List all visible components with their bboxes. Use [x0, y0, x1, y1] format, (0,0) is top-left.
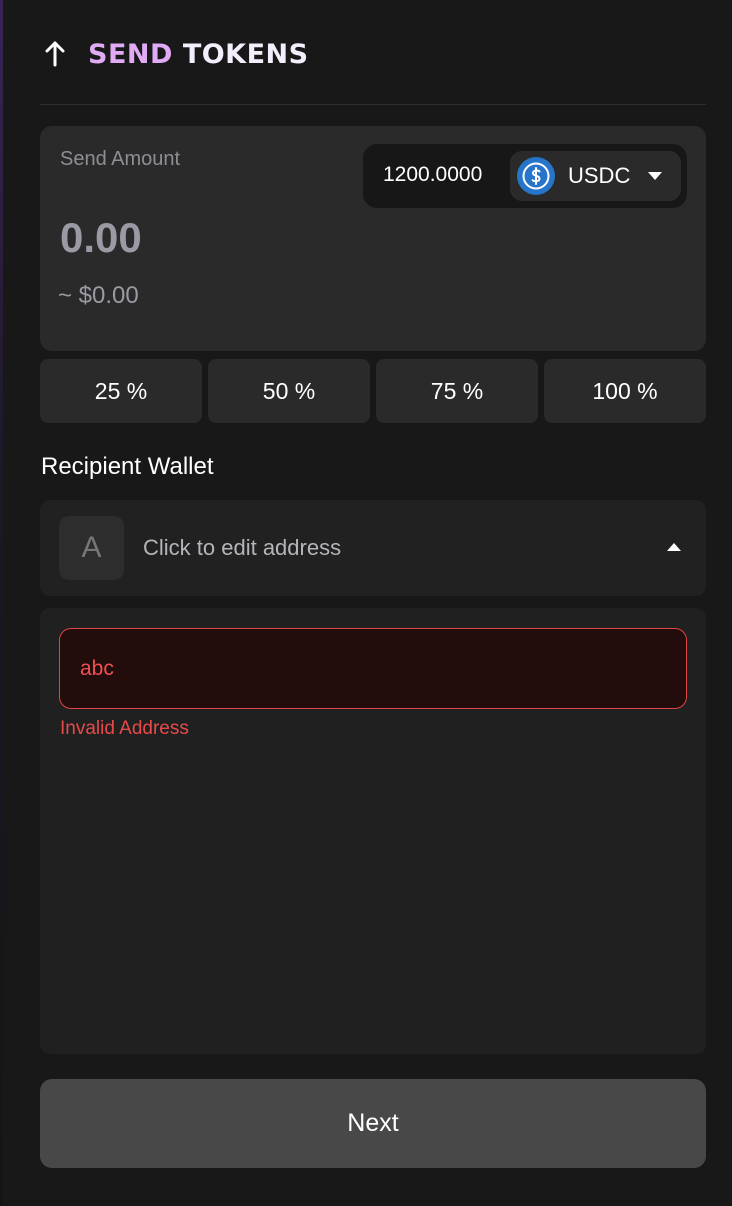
- send-amount-input[interactable]: 0.00: [60, 214, 142, 262]
- percent-100-button[interactable]: 100 %: [544, 359, 706, 423]
- edit-address-prompt: Click to edit address: [143, 535, 342, 560]
- avatar: A: [59, 516, 124, 580]
- address-input-card: Invalid Address: [40, 608, 706, 1054]
- token-balance: 1200.0000: [383, 163, 483, 186]
- token-balance-box: 1200.0000 USDC: [363, 144, 687, 208]
- percent-buttons: 25 % 50 % 75 % 100 %: [40, 359, 706, 423]
- arrow-up-icon: [45, 41, 65, 67]
- usdc-icon: [517, 157, 555, 195]
- recipient-wallet-label: Recipient Wallet: [41, 453, 214, 480]
- panel-header: SEND TOKENS: [44, 34, 309, 74]
- page-title-tokens: TOKENS: [182, 38, 309, 70]
- header-divider: [40, 104, 706, 105]
- page-title-send: SEND: [88, 38, 173, 70]
- send-amount-card: Send Amount 0.00 ~ $0.00 1200.0000 USDC: [40, 126, 706, 351]
- token-selector[interactable]: USDC: [510, 151, 681, 201]
- percent-75-button[interactable]: 75 %: [376, 359, 538, 423]
- send-amount-usd: ~ $0.00: [58, 282, 139, 309]
- send-amount-label: Send Amount: [60, 148, 181, 170]
- caret-up-icon: [667, 543, 681, 551]
- address-input[interactable]: [59, 628, 687, 709]
- next-button[interactable]: Next: [40, 1079, 706, 1168]
- address-error: Invalid Address: [60, 718, 189, 739]
- caret-down-icon: [648, 171, 663, 180]
- token-name: USDC: [568, 163, 631, 188]
- percent-25-button[interactable]: 25 %: [40, 359, 202, 423]
- percent-50-button[interactable]: 50 %: [208, 359, 370, 423]
- page-title: SEND TOKENS: [88, 39, 309, 70]
- address-toggle[interactable]: A Click to edit address: [40, 500, 706, 596]
